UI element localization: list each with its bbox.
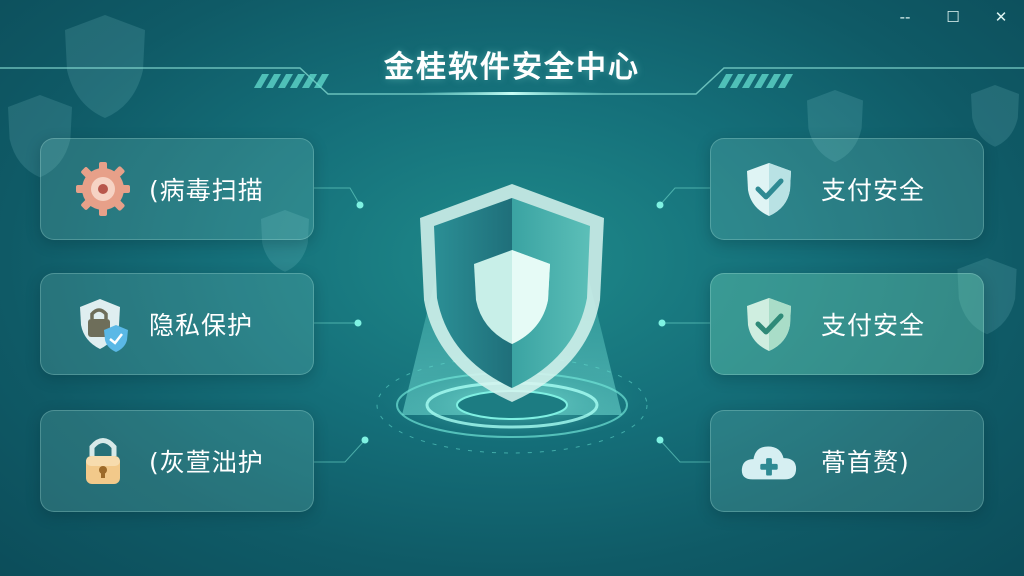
gear-icon [73,159,133,219]
large-shield-icon [376,184,648,454]
protection-card[interactable]: (灰萱泏护 [40,410,314,512]
payment-security-card-active[interactable]: 支付安全 [710,273,984,375]
shield-check-icon [739,159,799,219]
central-shield [362,170,662,460]
cloud-plus-icon [739,431,799,491]
payment-security-card[interactable]: 支付安全 [710,138,984,240]
card-label: 隐私保护 [149,311,254,340]
privacy-protection-card[interactable]: 隐私保护 [40,273,314,375]
lock-shield-icon [73,294,133,354]
card-label: 支付安全 [821,176,926,205]
card-label: (病毒扫描 [149,176,264,205]
card-label: 支付安全 [821,311,926,340]
shield-check-icon [739,294,799,354]
padlock-icon [73,431,133,491]
virus-scan-card[interactable]: (病毒扫描 [40,138,314,240]
card-label: (灰萱泏护 [149,448,264,477]
card-label: 蓇首赘) [821,448,910,477]
cloud-card[interactable]: 蓇首赘) [710,410,984,512]
